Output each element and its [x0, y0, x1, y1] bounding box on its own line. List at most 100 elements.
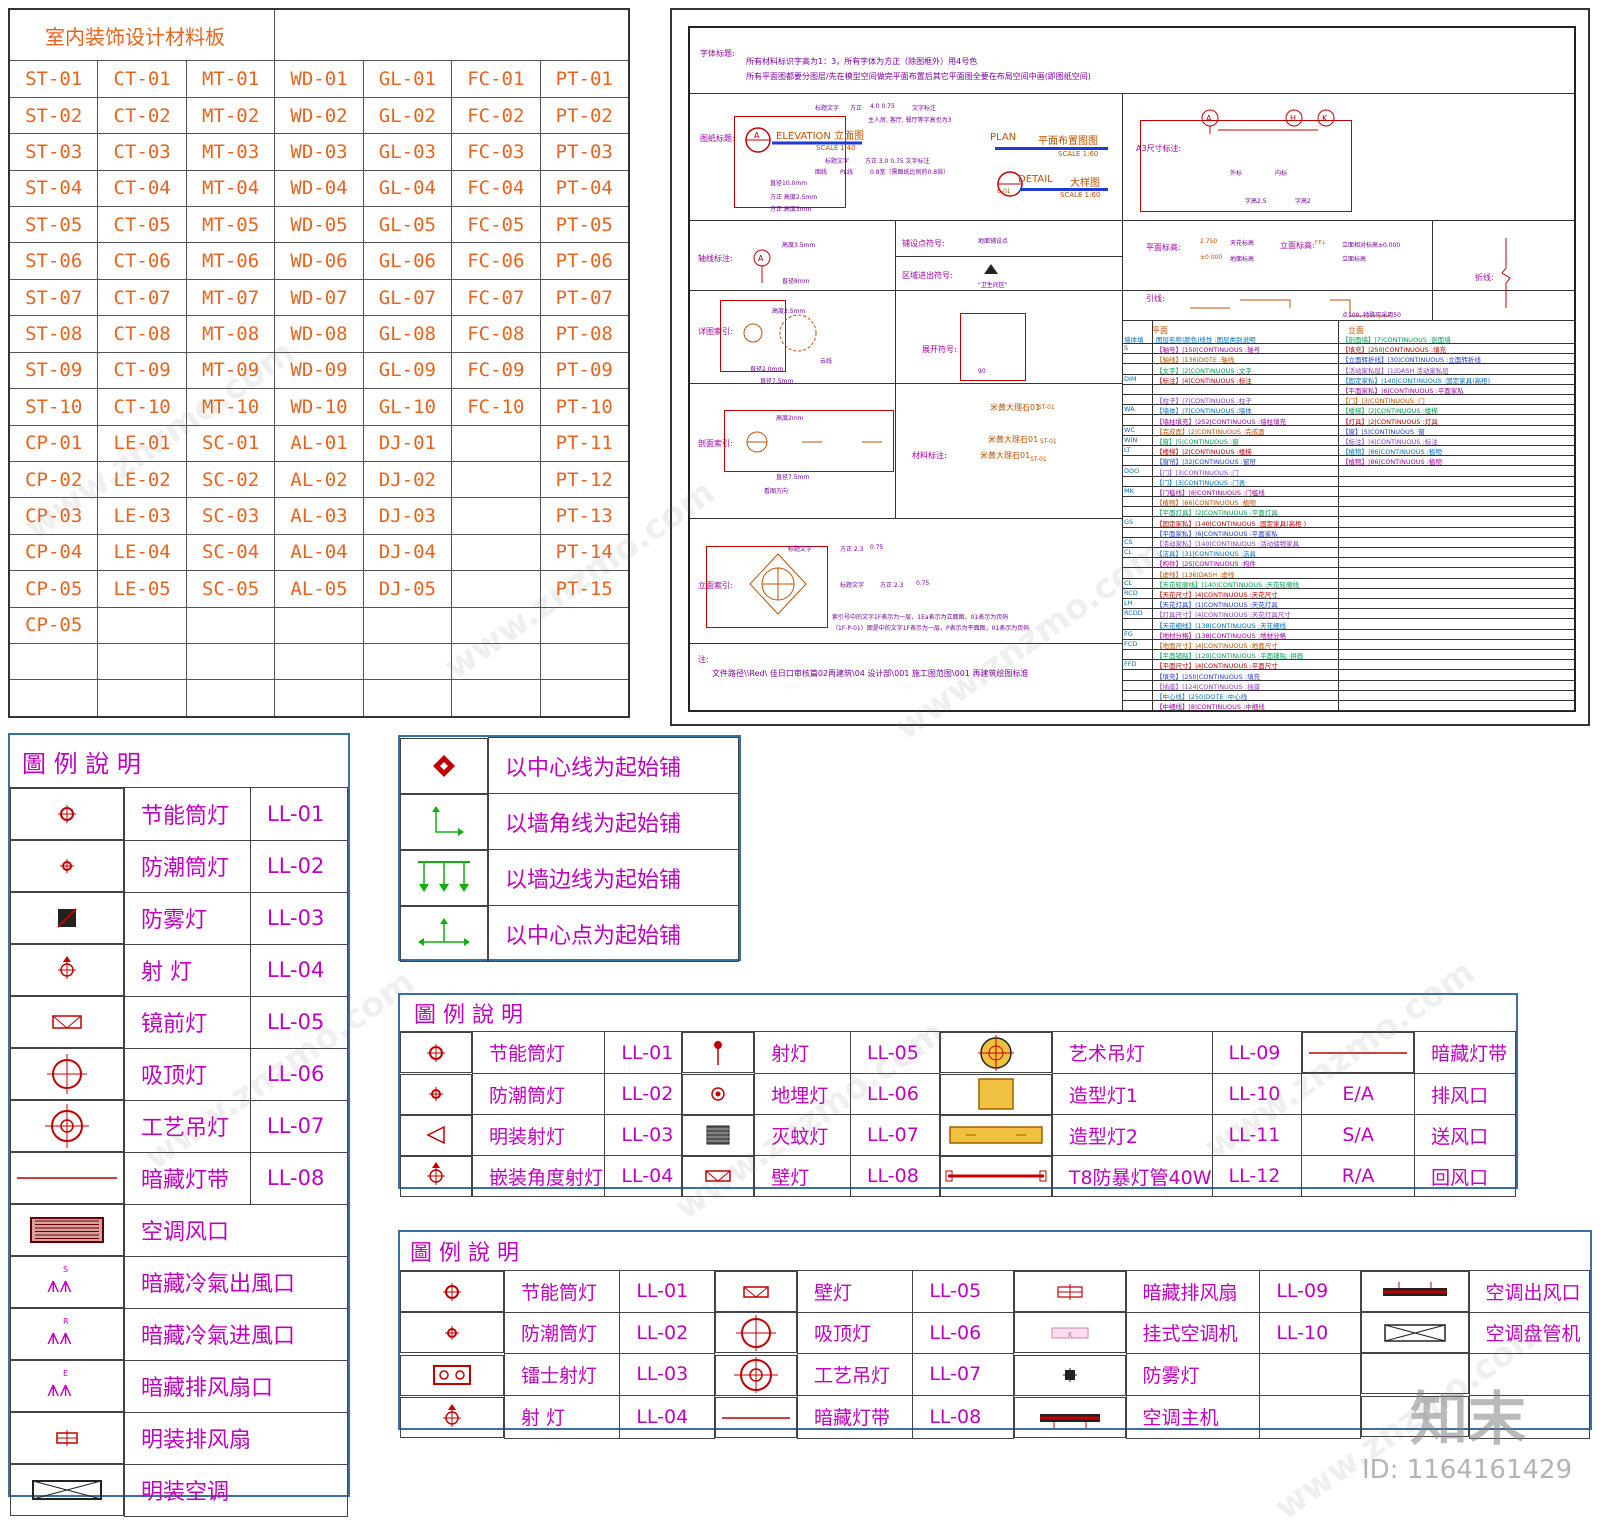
material-code-cell: PT-01: [539, 60, 630, 98]
material-code-cell: [539, 679, 630, 718]
font-note-2: 所有平面图都要分图层/先在模型空间做完平面布置后其它平面图全要在布局空间中画(即…: [746, 72, 1091, 81]
material-row: ST-09 CT-09 MT-09 WD-09 GL-09 FC-09 PT-09: [8, 351, 630, 390]
layer-elevation-entry: 【灯具】|2|CONTINUOUS :灯具: [1342, 417, 1438, 426]
layer-plan-entry: 【完成面】|2|CONTINUOUS :完成面: [1156, 427, 1265, 436]
center-line-icon: [400, 737, 488, 794]
wall-ac-icon: K: [1013, 1312, 1126, 1353]
center-line-icon: [401, 739, 487, 793]
layer-elevation-entry: 【填充】|250|CONTINUOUS :填充: [1342, 346, 1447, 355]
legend3-code: [1259, 1352, 1361, 1396]
elevation-index-diamond-icon: [749, 553, 807, 615]
plan-elev-v1: 2.750: [1200, 238, 1218, 245]
supply-vent-icon: ⩚⩚ S: [10, 1256, 124, 1308]
layer-plan-entry: 【洁具】|31|CONTINUOUS :洁具: [1156, 550, 1256, 559]
unfold-angle: 90: [978, 368, 986, 375]
material-code-cell: CP-04: [8, 533, 99, 572]
font-note-1: 所有材料标识字高为1：3，所有字体为方正（除图框外）用4号色: [746, 57, 978, 66]
material-code-cell: PT-09: [539, 351, 630, 390]
note-line: 图线: [815, 169, 828, 176]
material-code-cell: [451, 679, 541, 718]
material-row: ST-08 CT-08 MT-08 WD-08 GL-08 FC-08 PT-08: [8, 315, 630, 353]
svg-text:K: K: [1068, 1331, 1073, 1339]
center-point-icon: [400, 905, 488, 962]
legend3-code: LL-06: [912, 1311, 1014, 1354]
laser-spot-icon: [400, 1354, 504, 1396]
legend3-code: LL-09: [1259, 1270, 1361, 1313]
material-annotation-label: 材料标注:: [912, 451, 947, 460]
footer-note-label: 注:: [698, 655, 709, 664]
material-code-cell: CT-09: [97, 351, 187, 390]
elevation-level-ffl: F.F.L: [1315, 240, 1326, 246]
material-code-cell: MT-07: [185, 278, 276, 317]
legend3-code: LL-07: [912, 1352, 1014, 1396]
layer-code: 墙体填: [1124, 336, 1144, 344]
supply-vent-icon: ⩚⩚ S: [11, 1257, 123, 1307]
material-code-cell: LE-05: [97, 570, 187, 608]
elevation-level-label: 立面标高:: [1280, 241, 1315, 250]
material-code-cell: PT-03: [539, 133, 630, 171]
ground-light-icon: [683, 1075, 753, 1114]
fog-light-icon: [10, 892, 124, 944]
downlight-icon: [400, 1271, 504, 1312]
material-row: CP-05: [8, 606, 630, 644]
legend1-name: 暗藏冷氣出風口: [124, 1255, 348, 1309]
legend2-row: 嵌装角度射灯 LL-04 壁灯 LL-08 T8防暴灯管40W LL-12 R/A 回风口: [400, 1155, 1516, 1197]
material-code-cell: [451, 642, 541, 681]
paving-text: 以中心线为起始铺: [488, 737, 739, 794]
material-name-2: 米黄大理石01: [988, 435, 1039, 444]
material-code-cell: [451, 570, 541, 608]
paving-text: 以中心点为起始铺: [488, 905, 739, 962]
fan-coil-icon: [1362, 1313, 1468, 1352]
light-strip-icon: [1303, 1033, 1413, 1072]
material-code-cell: AL-01: [274, 424, 364, 462]
material-code-cell: GL-05: [362, 206, 453, 244]
material-code-cell: WD-10: [274, 388, 364, 426]
material-code-cell: CP-05: [8, 570, 99, 608]
material-code-cell: FC-05: [451, 206, 541, 244]
legend2-code: LL-04: [604, 1155, 683, 1197]
material-code-cell: [451, 497, 541, 535]
downlight-icon: [400, 1032, 472, 1073]
legend2-name: 射灯: [754, 1031, 851, 1074]
material-code-cell: MT-10: [185, 388, 276, 426]
cloud-line-label: 云线: [820, 358, 833, 365]
legend3-code: LL-02: [619, 1311, 715, 1354]
material-code-cell: FC-07: [451, 278, 541, 317]
material-code-cell: GL-06: [362, 242, 453, 280]
axis-bubble-icon: A: [753, 249, 771, 283]
layer-plan-entry: 【地面尺寸】|4|CONTINUOUS :地面尺寸: [1156, 642, 1278, 650]
material-row: CP-02 LE-02 SC-02 AL-02 DJ-02 PT-12: [8, 460, 630, 499]
ceiling-light-icon: [714, 1312, 797, 1353]
material-code-cell: GL-07: [362, 278, 453, 317]
material-code-cell: DJ-03: [362, 497, 453, 535]
legend1-name: 节能筒灯: [124, 787, 251, 841]
material-code-cell: SC-01: [185, 424, 276, 462]
light-strip-icon: [716, 1398, 796, 1437]
legend2-code: LL-06: [849, 1073, 940, 1115]
detail-index-height: 高度2.5mm: [772, 308, 806, 315]
material-code-cell: WD-01: [274, 60, 364, 98]
material-code-cell: MT-05: [185, 206, 276, 244]
t8-tube-icon: [939, 1155, 1052, 1197]
legend1-row: 镜前灯 LL-05: [10, 995, 348, 1049]
layer-plan-entry: 【植物】|86|CONTINUOUS :植物: [1156, 499, 1256, 508]
legend3-code: LL-04: [619, 1395, 715, 1439]
mirror-light-icon: [10, 996, 124, 1048]
elev-idx-note-1: 索引号中的文字1F表示为一层，1Ea表示为立面图，01表示为页码: [832, 614, 1009, 621]
chandelier-icon: [716, 1356, 796, 1395]
legend2-name: 送风口: [1414, 1114, 1516, 1156]
material-code-cell: AL-04: [274, 533, 364, 572]
material-tag-1: ST-01: [1038, 404, 1055, 411]
note-sub-font: 方正 3.0 0.75 文字标注: [865, 158, 930, 165]
wall-edge-icon: [400, 849, 488, 906]
legend3-row: 节能筒灯 LL-01 壁灯 LL-05 暗藏排风扇 LL-09 空调出风口: [400, 1270, 1591, 1313]
chandelier-icon: [10, 1100, 124, 1152]
legend3-code: [1259, 1395, 1361, 1439]
layer-plan-entry: 【文字】|2|CONTINUOUS :文字: [1156, 366, 1252, 375]
material-row: ST-02 CT-02 MT-02 WD-02 GL-02 FC-02 PT-02: [8, 96, 630, 135]
watermark-id: ID: 1164161429: [1362, 1455, 1573, 1485]
layer-code: CS: [1124, 538, 1133, 546]
light-strip-icon: [10, 1152, 124, 1204]
pendant-spot-icon: [682, 1032, 755, 1073]
layer-plan-entry: 【天花轮廓线】|140|CONTINUOUS :天花轮廓线: [1156, 580, 1300, 589]
